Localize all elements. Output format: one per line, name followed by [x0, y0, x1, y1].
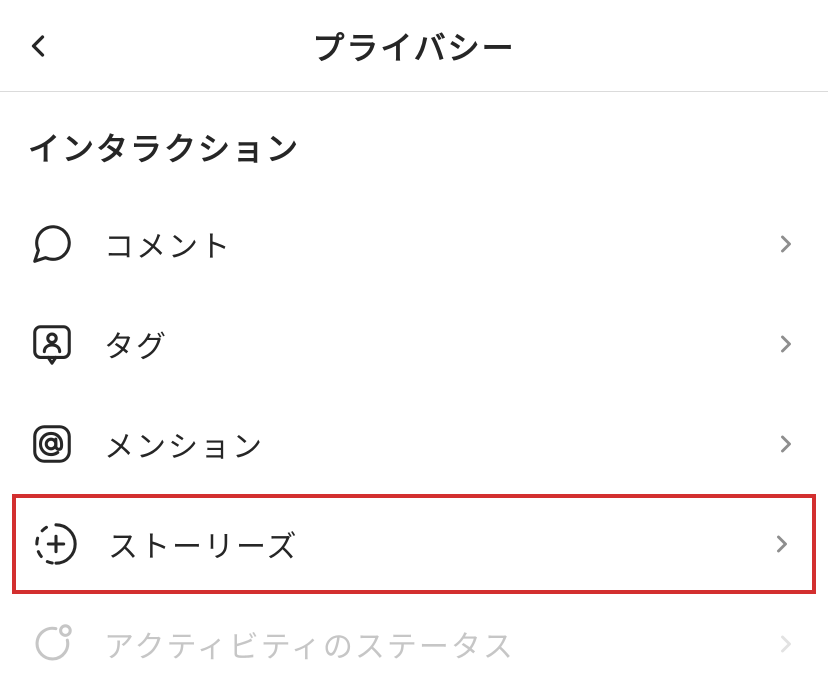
chevron-right-icon — [772, 430, 800, 458]
list-item-label: タグ — [104, 322, 772, 366]
activity-icon — [28, 620, 76, 668]
chevron-right-icon — [772, 230, 800, 258]
story-plus-icon — [32, 520, 80, 568]
tag-person-icon — [28, 320, 76, 368]
list-item-label: アクティビティのステータス — [104, 622, 772, 666]
list-item-mentions[interactable]: メンション — [0, 394, 828, 494]
comment-icon — [28, 220, 76, 268]
list-item-label: メンション — [104, 422, 772, 466]
section-title: インタラクション — [0, 92, 828, 194]
back-button[interactable] — [20, 28, 56, 64]
chevron-right-icon — [768, 530, 796, 558]
chevron-left-icon — [20, 28, 56, 64]
header: プライバシー — [0, 0, 828, 92]
chevron-right-icon — [772, 630, 800, 658]
list-item-tags[interactable]: タグ — [0, 294, 828, 394]
list-item-activity-status[interactable]: アクティビティのステータス — [0, 594, 828, 694]
list-item-label: コメント — [104, 222, 772, 266]
chevron-right-icon — [772, 330, 800, 358]
at-sign-icon — [28, 420, 76, 468]
list-item-stories[interactable]: ストーリーズ — [12, 494, 816, 594]
list-item-comments[interactable]: コメント — [0, 194, 828, 294]
list-item-label: ストーリーズ — [108, 522, 768, 566]
page-title: プライバシー — [312, 23, 515, 69]
